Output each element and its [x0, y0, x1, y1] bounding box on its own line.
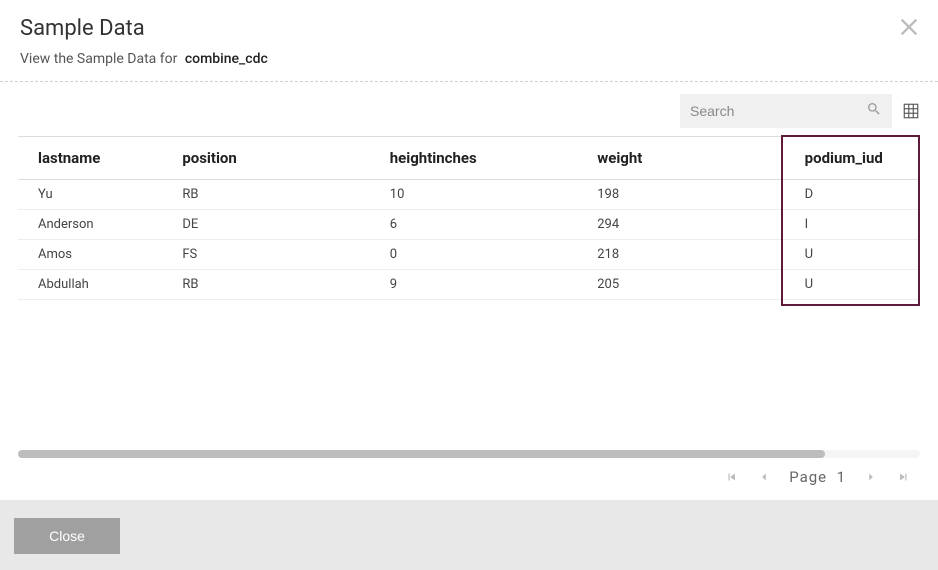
cell-heightinches: 10 [370, 180, 577, 210]
cell-weight: 198 [577, 180, 784, 210]
modal-header: Sample Data View the Sample Data for com… [0, 0, 938, 82]
col-header-weight[interactable]: weight [577, 137, 784, 180]
close-icon[interactable] [898, 16, 920, 42]
cell-heightinches: 6 [370, 210, 577, 240]
cell-weight: 218 [577, 240, 784, 270]
cell-podium-iud: D [785, 180, 920, 210]
table-row: Anderson DE 6 294 I [18, 210, 920, 240]
footer-area: Page 1 [0, 450, 938, 500]
table-row: Abdullah RB 9 205 U [18, 270, 920, 300]
cell-heightinches: 9 [370, 270, 577, 300]
col-header-podium-iud[interactable]: podium_iud [785, 137, 920, 180]
next-page-icon[interactable] [864, 470, 878, 484]
modal-subtitle: View the Sample Data for combine_cdc [20, 51, 918, 67]
data-table: lastname position heightinches weight po… [18, 136, 920, 300]
cell-podium-iud: I [785, 210, 920, 240]
cell-lastname: Anderson [18, 210, 162, 240]
cell-position: FS [162, 240, 369, 270]
last-page-icon[interactable] [896, 470, 910, 484]
cell-weight: 294 [577, 210, 784, 240]
first-page-icon[interactable] [725, 470, 739, 484]
col-header-lastname[interactable]: lastname [18, 137, 162, 180]
modal-title: Sample Data [20, 16, 918, 41]
cell-heightinches: 0 [370, 240, 577, 270]
cell-lastname: Amos [18, 240, 162, 270]
table-container: lastname position heightinches weight po… [0, 136, 938, 450]
pagination: Page 1 [18, 468, 920, 486]
toolbar [0, 82, 938, 136]
close-button[interactable]: Close [14, 518, 120, 554]
page-label: Page 1 [789, 468, 846, 486]
subtitle-prefix: View the Sample Data for [20, 51, 177, 67]
cell-lastname: Yu [18, 180, 162, 210]
horizontal-scrollbar[interactable] [18, 450, 920, 458]
prev-page-icon[interactable] [757, 470, 771, 484]
table-header-row: lastname position heightinches weight po… [18, 137, 920, 180]
scrollbar-thumb[interactable] [18, 450, 825, 458]
col-header-position[interactable]: position [162, 137, 369, 180]
cell-lastname: Abdullah [18, 270, 162, 300]
dataset-name: combine_cdc [185, 51, 268, 67]
table-row: Yu RB 10 198 D [18, 180, 920, 210]
search-box [680, 94, 892, 128]
sample-data-modal: Sample Data View the Sample Data for com… [0, 0, 938, 570]
footer-bar: Close [0, 500, 938, 570]
cell-position: RB [162, 180, 369, 210]
col-header-heightinches[interactable]: heightinches [370, 137, 577, 180]
search-input[interactable] [680, 94, 892, 128]
cell-position: RB [162, 270, 369, 300]
table-row: Amos FS 0 218 U [18, 240, 920, 270]
cell-position: DE [162, 210, 369, 240]
cell-podium-iud: U [785, 270, 920, 300]
cell-podium-iud: U [785, 240, 920, 270]
cell-weight: 205 [577, 270, 784, 300]
column-picker-icon[interactable] [902, 102, 920, 120]
